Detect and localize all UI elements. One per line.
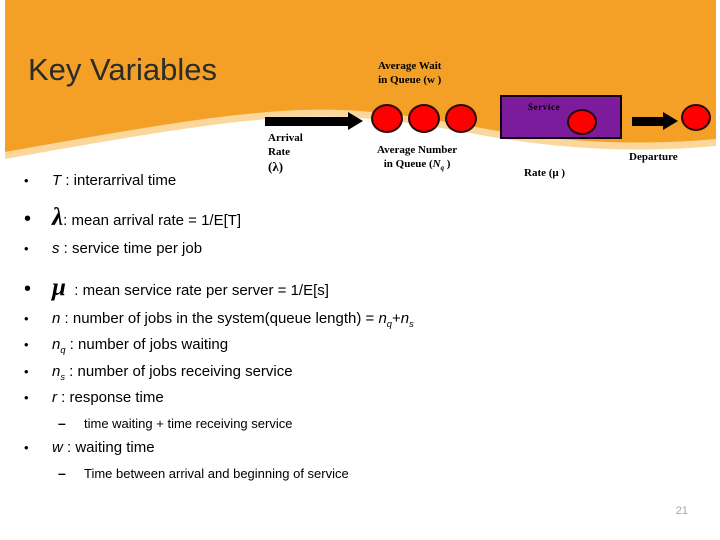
list-item: • s : service time per job [24,240,202,257]
service-rate-label: Rate (μ ) [524,167,566,179]
departure-label: Departure [629,151,678,163]
banner-wave-shape [5,0,716,159]
service-box-label: Service [528,102,561,112]
arrival-rate-label: Arrival Rate (λ) [268,131,303,176]
variable-symbol: r [52,389,57,406]
list-item-desc: : mean service rate per server = 1/E[s] [74,282,329,299]
orange-banner [0,0,720,180]
list-item-desc: : number of jobs in the system(queue len… [64,310,379,327]
bullet-marker-icon: • [24,364,29,379]
list-item: • ns : number of jobs receiving service [24,363,293,382]
average-number-line1: Average Number [377,144,458,156]
list-item-desc: : number of jobs waiting [65,336,229,353]
variable-symbol: w [52,439,63,456]
page-number: 21 [675,505,688,517]
variable-symbol: λ [52,204,64,231]
average-wait-line2: in Queue (w ) [378,74,442,87]
sub-list-item: – time waiting + time receiving service [58,415,292,431]
list-item-desc: : waiting time [67,439,155,456]
list-item-text: nq : number of jobs waiting [52,336,228,355]
arrival-rate-line2: Rate [268,146,290,159]
queue-job-circle [371,104,403,133]
bullet-marker-icon: • [24,173,29,188]
arrival-rate-line1: Arrival [268,132,303,144]
plus-sign: + [391,310,401,327]
sub-list-item-text: Time between arrival and beginning of se… [84,466,349,481]
list-item: • w : waiting time [24,439,155,456]
average-number-line2: in Queue (Nq ) [383,158,451,173]
variable-symbol: μ [52,274,66,301]
list-item-text: w : waiting time [52,439,155,456]
list-item-desc: : interarrival time [65,172,177,189]
variable-symbol: n [52,310,61,327]
bullet-marker-icon: • [24,390,29,405]
list-item-desc: : mean arrival rate = 1/E[T] [63,212,242,229]
service-station-box: Service [500,95,622,139]
list-item-desc: : number of jobs receiving service [65,363,293,380]
list-item-text: ns : number of jobs receiving service [52,363,293,382]
variable-symbol: s [52,240,60,257]
bullet-marker-icon: • [24,311,29,326]
departed-job-circle [681,104,711,131]
bullet-marker-icon: • [24,241,29,256]
list-item: • λ: mean arrival rate = 1/E[T] [24,205,242,231]
average-number-label: Average Number in Queue (Nq ) [377,143,457,174]
bullet-marker-icon: • [24,278,32,300]
sub-list-item-text: time waiting + time receiving service [84,416,293,431]
page-title: Key Variables [28,52,217,87]
sub-script: s [409,319,414,329]
dash-marker-icon: – [58,415,66,431]
dash-marker-icon: – [58,465,66,481]
list-item-text: λ: mean arrival rate = 1/E[T] [52,205,242,230]
list-item-text: s : service time per job [52,240,202,257]
list-item-text: n : number of jobs in the system(queue l… [52,310,414,329]
sub-list-item: – Time between arrival and beginning of … [58,465,349,481]
average-wait-line1: Average Wait [378,60,442,72]
bullet-marker-icon: • [24,208,32,230]
list-item-text: μ : mean service rate per server = 1/E[s… [52,275,329,300]
list-item-text: T : interarrival time [52,172,176,189]
bullet-marker-icon: • [24,337,29,352]
list-item-text: r : response time [52,389,164,406]
slide-canvas: Key Variables Arrival Rate (λ) Average W… [0,0,720,540]
bullet-marker-icon: • [24,440,29,455]
list-item: • T : interarrival time [24,172,176,189]
list-item-desc: : response time [61,389,164,406]
average-wait-label: Average Wait in Queue (w ) [378,59,441,87]
in-service-job-circle [567,109,597,135]
sub-variable: n [400,310,410,327]
queue-job-circle [445,104,477,133]
list-item: • n : number of jobs in the system(queue… [24,310,414,329]
queue-job-circle [408,104,440,133]
list-item: • r : response time [24,389,164,406]
variable-symbol: T [52,172,62,189]
list-item-desc: : service time per job [63,240,203,257]
list-item: • nq : number of jobs waiting [24,336,228,355]
arrival-rate-symbol: (λ) [268,159,284,175]
list-item: • μ : mean service rate per server = 1/E… [24,275,329,301]
sub-variable: n [378,310,387,327]
